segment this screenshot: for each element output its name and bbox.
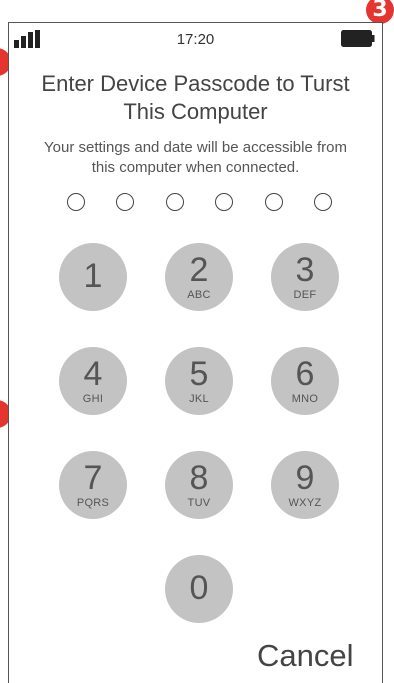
key-digit: 0: [189, 569, 209, 607]
passcode-dot: [165, 193, 184, 211]
key-digit: 7: [83, 459, 103, 497]
keypad-key-4[interactable]: 4 GHI: [59, 347, 127, 415]
passcode-dot: [116, 193, 135, 211]
key-letters: DEF: [293, 289, 317, 301]
passcode-dot: [67, 193, 85, 211]
passcode-dot: [215, 193, 234, 211]
key-digit: 6: [295, 355, 315, 393]
status-time: 17:20: [176, 31, 215, 48]
key-digit: 8: [189, 459, 209, 497]
key-letters: MNO: [291, 393, 319, 405]
key-letters: WXYZ: [288, 497, 322, 509]
keypad-key-1[interactable]: 1: [59, 243, 127, 311]
phone-screen: 17:20 Enter Device Passcode to Turst Thi…: [8, 22, 383, 683]
key-digit: 4: [83, 355, 103, 393]
status-bar: 17:20: [9, 23, 382, 59]
key-letters: PQRS: [76, 497, 110, 509]
annotation-marker-3: 3: [366, 0, 394, 24]
keypad-key-2[interactable]: 2 ABC: [165, 243, 233, 311]
key-letters: ABC: [187, 289, 211, 301]
key-digit: 5: [189, 355, 209, 393]
key-digit: 9: [295, 459, 315, 497]
title-line-1: Enter Device Passcode to Turst: [41, 71, 350, 96]
key-letters: TUV: [187, 497, 211, 509]
subtitle-line-2: this computer when connected.: [91, 159, 300, 176]
cancel-button[interactable]: Cancel: [257, 638, 354, 674]
key-digit: 2: [189, 251, 209, 289]
keypad-key-5[interactable]: 5 JKL: [165, 347, 233, 415]
keypad-key-3[interactable]: 3 DEF: [271, 243, 339, 311]
subtitle-line-1: Your settings and date will be accessibl…: [44, 139, 347, 156]
keypad-key-8[interactable]: 8 TUV: [165, 451, 233, 519]
passcode-dot: [313, 193, 332, 211]
passcode-dot: [264, 193, 283, 211]
prompt-description: Your settings and date will be accessibl…: [13, 138, 378, 178]
passcode-dots: [67, 193, 332, 217]
key-letters: GHI: [82, 393, 104, 405]
key-digit: 1: [83, 257, 103, 295]
battery-full-icon: [341, 30, 375, 47]
keypad-key-7[interactable]: 7 PQRS: [59, 451, 127, 519]
keypad-key-6[interactable]: 6 MNO: [271, 347, 339, 415]
key-digit: 3: [295, 251, 315, 289]
page-title: Enter Device Passcode to Turst This Comp…: [9, 70, 382, 126]
keypad-key-0[interactable]: 0: [165, 555, 233, 623]
keypad-key-9[interactable]: 9 WXYZ: [271, 451, 339, 519]
key-letters: JKL: [189, 393, 209, 405]
title-line-2: This Computer: [123, 99, 268, 124]
